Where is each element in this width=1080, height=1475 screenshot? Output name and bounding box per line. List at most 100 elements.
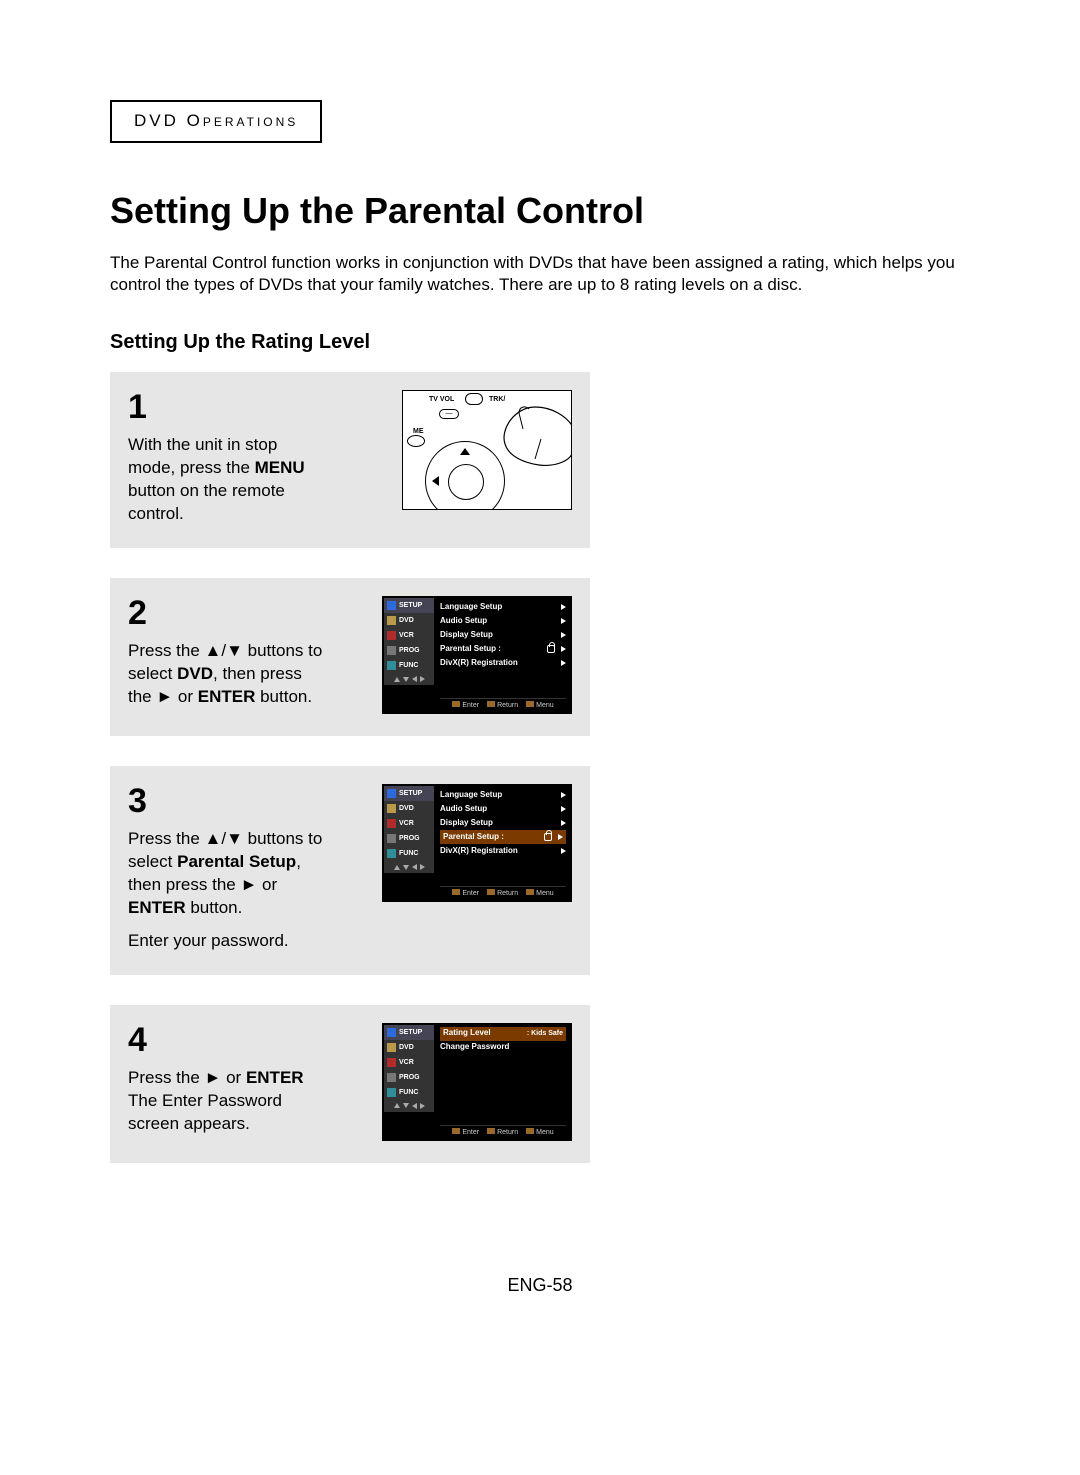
step-4-t2: or	[221, 1068, 246, 1087]
osd-side-setup: SETUP	[384, 1025, 434, 1040]
step-4-b1: ENTER	[246, 1068, 304, 1087]
step-2-body: Press the ▲/▼ buttons to select DVD, the…	[128, 640, 328, 709]
remote-control-illustration: TV VOL TRK/ — ME	[402, 390, 572, 510]
step-2-t5: button.	[255, 687, 312, 706]
menu-icon	[526, 701, 534, 707]
sub-title: Setting Up the Rating Level	[110, 329, 970, 356]
page-title: Setting Up the Parental Control	[110, 187, 970, 236]
remote-menu-button	[407, 435, 425, 447]
step-1-body: With the unit in stop mode, press the ME…	[128, 434, 328, 526]
osd-main: Language Setup Audio Setup Display Setup…	[434, 598, 570, 712]
arrow-right-icon	[561, 632, 566, 638]
step-1-number: 1	[128, 390, 328, 424]
osd-side-prog: PROG	[384, 1070, 434, 1085]
return-icon	[487, 889, 495, 895]
menu-icon	[526, 1128, 534, 1134]
step-4-t3: The Enter Password screen appears.	[128, 1091, 282, 1133]
step-3: 3 Press the ▲/▼ buttons to select Parent…	[110, 766, 590, 975]
up-down-arrow-icon: ▲/▼	[205, 641, 243, 660]
osd-row-audio: Audio Setup	[440, 614, 566, 628]
osd-side-vcr: VCR	[384, 628, 434, 643]
menu-icon	[526, 889, 534, 895]
arrow-right-icon	[561, 820, 566, 826]
osd-row-rating-highlight: Rating Level: Kids Safe	[440, 1027, 566, 1041]
osd-row-parental-highlight: Parental Setup :	[440, 830, 566, 844]
step-4-body: Press the ► or ENTER The Enter Password …	[128, 1067, 328, 1136]
step-3-b1: Parental Setup	[177, 852, 296, 871]
osd-side-func: FUNC	[384, 658, 434, 673]
osd-row-language: Language Setup	[440, 788, 566, 802]
step-2-text: 2 Press the ▲/▼ buttons to select DVD, t…	[128, 596, 328, 709]
step-3-t5: button.	[186, 898, 243, 917]
section-tag: DVD Operations	[110, 100, 322, 143]
step-1: 1 With the unit in stop mode, press the …	[110, 372, 590, 548]
enter-icon	[452, 701, 460, 707]
osd-row-divx: DivX(R) Registration	[440, 656, 566, 670]
osd-footer: Enter Return Menu	[440, 886, 566, 900]
arrow-right-icon	[561, 604, 566, 610]
step-4-number: 4	[128, 1023, 328, 1057]
arrow-right-icon	[558, 834, 563, 840]
enter-icon	[452, 889, 460, 895]
page-number: ENG-58	[110, 1273, 970, 1297]
step-2-b1: DVD	[177, 664, 213, 683]
osd-main: Language Setup Audio Setup Display Setup…	[434, 786, 570, 900]
osd-side-dvd: DVD	[384, 801, 434, 816]
arrow-right-icon	[561, 618, 566, 624]
osd-side-setup: SETUP	[384, 598, 434, 613]
return-icon	[487, 701, 495, 707]
osd-side-setup: SETUP	[384, 786, 434, 801]
osd-row-language: Language Setup	[440, 600, 566, 614]
arrow-right-icon	[561, 792, 566, 798]
osd-screenshot-rating: SETUP DVD VCR PROG FUNC Rating Level: Ki…	[382, 1023, 572, 1141]
step-4: 4 Press the ► or ENTER The Enter Passwor…	[110, 1005, 590, 1163]
arrow-right-icon	[561, 806, 566, 812]
remote-label-tvvol: TV VOL	[429, 395, 454, 404]
arrow-right-icon	[561, 660, 566, 666]
osd-side-vcr: VCR	[384, 1055, 434, 1070]
up-down-arrow-icon: ▲/▼	[205, 829, 243, 848]
osd-footer: Enter Return Menu	[440, 1125, 566, 1139]
osd-row-divx: DivX(R) Registration	[440, 844, 566, 858]
remote-minus-button: —	[439, 409, 459, 419]
osd-row-audio: Audio Setup	[440, 802, 566, 816]
remote-mute-button	[465, 393, 483, 405]
step-3-number: 3	[128, 784, 328, 818]
intro-paragraph: The Parental Control function works in c…	[110, 252, 970, 298]
osd-side-move	[384, 1100, 434, 1112]
step-2-b2: ENTER	[198, 687, 256, 706]
osd-sidebar: SETUP DVD VCR PROG FUNC	[384, 786, 434, 900]
osd-side-vcr: VCR	[384, 816, 434, 831]
right-arrow-icon: ►	[240, 875, 257, 894]
osd-side-move	[384, 673, 434, 685]
step-1-figure: TV VOL TRK/ — ME	[354, 390, 572, 510]
step-3-figure: SETUP DVD VCR PROG FUNC Language Setup A…	[354, 784, 572, 902]
arrow-right-icon	[561, 848, 566, 854]
osd-sidebar: SETUP DVD VCR PROG FUNC	[384, 1025, 434, 1139]
step-3-text: 3 Press the ▲/▼ buttons to select Parent…	[128, 784, 328, 953]
osd-row-display: Display Setup	[440, 628, 566, 642]
step-2-t1: Press the	[128, 641, 205, 660]
step-3-t1: Press the	[128, 829, 205, 848]
section-tag-text: DVD Operations	[134, 111, 298, 130]
step-1-b1: MENU	[255, 458, 305, 477]
return-icon	[487, 1128, 495, 1134]
osd-row-change-password: Change Password	[440, 1041, 566, 1055]
osd-row-parental: Parental Setup :	[440, 642, 566, 656]
step-2-figure: SETUP DVD VCR PROG FUNC Language Setup A…	[354, 596, 572, 714]
step-3-extra: Enter your password.	[128, 931, 289, 950]
step-4-figure: SETUP DVD VCR PROG FUNC Rating Level: Ki…	[354, 1023, 572, 1141]
step-1-text: 1 With the unit in stop mode, press the …	[128, 390, 328, 526]
osd-side-prog: PROG	[384, 643, 434, 658]
osd-footer: Enter Return Menu	[440, 698, 566, 712]
osd-row-display: Display Setup	[440, 816, 566, 830]
lock-icon	[547, 645, 555, 653]
lock-icon	[544, 833, 552, 841]
osd-side-dvd: DVD	[384, 613, 434, 628]
osd-side-move	[384, 861, 434, 873]
osd-sidebar: SETUP DVD VCR PROG FUNC	[384, 598, 434, 712]
remote-dpad	[425, 441, 505, 510]
step-2: 2 Press the ▲/▼ buttons to select DVD, t…	[110, 578, 590, 736]
step-4-t1: Press the	[128, 1068, 205, 1087]
step-3-t4: or	[257, 875, 277, 894]
